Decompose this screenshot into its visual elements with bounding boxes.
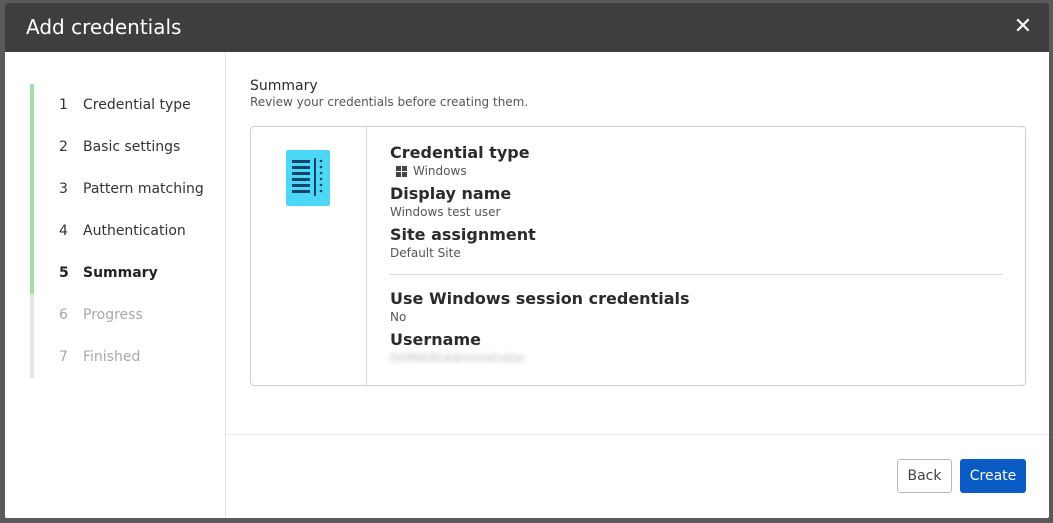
step-pattern-matching[interactable]: 3 Pattern matching [30, 168, 220, 210]
step-number: 2 [59, 139, 68, 155]
windows-icon [396, 165, 407, 177]
step-authentication[interactable]: 4 Authentication [30, 210, 220, 252]
document-list-icon [286, 150, 330, 206]
site-assignment-value: Default Site [390, 246, 461, 260]
step-label: Finished [83, 349, 141, 365]
step-label: Basic settings [83, 139, 181, 155]
step-progress: 6 Progress [30, 294, 220, 336]
username-value: DOMAIN\Administrator [390, 351, 526, 365]
step-number: 5 [59, 265, 69, 281]
step-credential-type[interactable]: 1 Credential type [30, 84, 220, 126]
step-progress-bar [30, 252, 34, 294]
credential-type-value: Windows [413, 164, 467, 178]
display-name-label: Display name [390, 184, 512, 203]
step-progress-bar [30, 336, 34, 378]
session-credentials-value: No [390, 310, 407, 324]
summary-card: Credential type Windows Display name Win… [250, 126, 1026, 386]
wizard-steps: 1 Credential type 2 Basic settings 3 Pat… [30, 84, 220, 378]
dialog-title: Add credentials [26, 15, 182, 39]
summary-divider [390, 274, 1002, 275]
step-label: Summary [83, 265, 158, 281]
dialog-footer: Back Create [226, 434, 1049, 518]
back-button[interactable]: Back [897, 459, 952, 493]
wizard-sidebar: 1 Credential type 2 Basic settings 3 Pat… [5, 52, 226, 518]
create-button[interactable]: Create [960, 459, 1026, 493]
credential-type-label: Credential type [390, 143, 530, 162]
step-label: Pattern matching [83, 181, 204, 197]
summary-panel: Summary Review your credentials before c… [226, 52, 1049, 434]
step-summary[interactable]: 5 Summary [30, 252, 220, 294]
step-number: 3 [59, 181, 68, 197]
step-number: 4 [59, 223, 68, 239]
display-name-value: Windows test user [390, 205, 501, 219]
close-icon[interactable]: ✕ [1011, 15, 1035, 39]
step-progress-bar [30, 168, 34, 210]
step-progress-bar [30, 126, 34, 168]
step-label: Progress [83, 307, 143, 323]
session-credentials-label: Use Windows session credentials [390, 289, 690, 308]
dialog-titlebar: Add credentials ✕ [5, 3, 1049, 52]
step-basic-settings[interactable]: 2 Basic settings [30, 126, 220, 168]
step-number: 6 [59, 307, 68, 323]
credential-type-value-row: Windows [390, 163, 1002, 179]
step-progress-bar [30, 84, 34, 126]
section-subtitle: Review your credentials before creating … [250, 95, 529, 109]
step-progress-bar [30, 294, 34, 336]
site-assignment-label: Site assignment [390, 225, 536, 244]
section-title: Summary [250, 78, 318, 94]
add-credentials-dialog: Add credentials ✕ 1 Credential type 2 Ba… [5, 3, 1049, 518]
step-number: 7 [59, 349, 68, 365]
username-label: Username [390, 330, 481, 349]
step-label: Authentication [83, 223, 186, 239]
step-number: 1 [59, 97, 68, 113]
summary-fields: Credential type Windows Display name Win… [390, 143, 1002, 371]
step-label: Credential type [83, 97, 191, 113]
step-progress-bar [30, 210, 34, 252]
summary-card-icon-area [251, 127, 367, 385]
step-finished: 7 Finished [30, 336, 220, 378]
